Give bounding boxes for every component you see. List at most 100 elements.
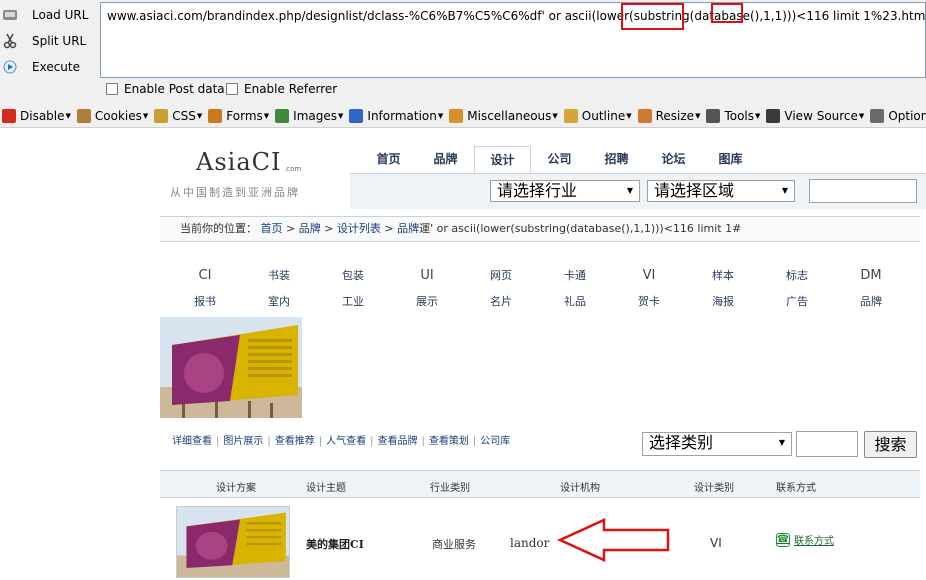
- category-link[interactable]: 贺卡: [612, 293, 686, 309]
- header-agency: 设计机构: [560, 483, 600, 494]
- category-link[interactable]: 样本: [686, 267, 760, 283]
- category-link[interactable]: 报书: [168, 293, 242, 309]
- checkbox-box[interactable]: [106, 83, 118, 95]
- category-select[interactable]: 选择类别 ▼: [642, 432, 792, 456]
- design-links-bar: 详细查看 | 图片展示 | 查看推荐 | 人气查看 | 查看品牌 | 查看策划 | 公司库: [172, 432, 510, 447]
- toolbar-view-source-menu[interactable]: View Source ▼: [766, 108, 865, 123]
- url-text: www.asiaci.com/brandindex.php/designlist…: [107, 9, 926, 23]
- toolbar-images-menu[interactable]: Images ▼: [275, 108, 343, 123]
- keyword-search-input[interactable]: [796, 431, 858, 457]
- nav-forum[interactable]: 论坛: [645, 146, 702, 174]
- outline-pencil-icon: [563, 108, 578, 123]
- design-link[interactable]: 查看推荐: [275, 436, 315, 447]
- breadcrumb-home[interactable]: 首页: [261, 222, 283, 235]
- highlight-database-box: [621, 3, 684, 30]
- row-contact-link[interactable]: ☎ 联系方式: [776, 532, 834, 547]
- link-separator: |: [267, 436, 271, 447]
- design-link[interactable]: 查看策划: [429, 436, 469, 447]
- design-link[interactable]: 人气查看: [326, 436, 366, 447]
- category-link[interactable]: 包装: [316, 267, 390, 283]
- scissors-icon: [2, 33, 18, 49]
- header-design-category: 设计类别: [694, 483, 734, 494]
- header-industry: 行业类别: [430, 483, 470, 494]
- industry-select[interactable]: 请选择行业 ▼: [490, 180, 640, 202]
- toolbar-information-menu[interactable]: Information ▼: [349, 108, 443, 123]
- toolbar-cookies-menu[interactable]: Cookies ▼: [76, 108, 149, 123]
- category-link[interactable]: 书装: [242, 267, 316, 283]
- design-link[interactable]: 详细查看: [172, 436, 212, 447]
- main-nav: 首页 品牌 设计 公司 招聘 论坛 图库: [360, 146, 759, 174]
- nav-jobs[interactable]: 招聘: [588, 146, 645, 174]
- design-thumbnail[interactable]: [176, 506, 290, 578]
- load-url-button[interactable]: Load URL: [0, 2, 100, 28]
- breadcrumb-brand[interactable]: 品牌: [299, 222, 321, 235]
- checkbox-box[interactable]: [226, 83, 238, 95]
- category-link[interactable]: 工业: [316, 293, 390, 309]
- chevron-down-icon: ▼: [778, 438, 785, 447]
- chevron-down-icon: ▼: [781, 186, 788, 195]
- nav-gallery[interactable]: 图库: [702, 146, 759, 174]
- toolbar-options-menu[interactable]: Options▼: [870, 108, 926, 123]
- toolbar-tools-menu[interactable]: Tools ▼: [706, 108, 760, 123]
- breadcrumb-brand-current[interactable]: 品牌: [397, 222, 419, 235]
- category-link[interactable]: VI: [612, 268, 686, 283]
- caret-down-icon: ▼: [858, 111, 865, 120]
- site-logo[interactable]: AsiaCI: [196, 148, 281, 176]
- design-link[interactable]: 公司库: [480, 436, 510, 447]
- category-link[interactable]: 品牌: [834, 293, 908, 309]
- site-logo-suffix: .com: [284, 165, 302, 173]
- breadcrumb-design-list[interactable]: 设计列表: [337, 222, 381, 235]
- category-link[interactable]: 海报: [686, 293, 760, 309]
- enable-referrer-checkbox[interactable]: Enable Referrer: [226, 82, 337, 96]
- toolbar-css-menu[interactable]: CSS ▼: [154, 108, 202, 123]
- split-url-button[interactable]: Split URL: [0, 28, 100, 54]
- category-link[interactable]: 广告: [760, 293, 834, 309]
- hackbar-actions: Load URL Split URL Execute: [0, 0, 100, 80]
- caret-down-icon: ▼: [695, 111, 701, 120]
- row-design-category: VI: [710, 536, 722, 550]
- category-link[interactable]: DM: [834, 268, 908, 283]
- toolbar-forms-menu[interactable]: Forms ▼: [208, 108, 269, 123]
- category-link[interactable]: 室内: [242, 293, 316, 309]
- row-design-theme[interactable]: 美的集团CI: [306, 536, 364, 552]
- category-link[interactable]: 标志: [760, 267, 834, 283]
- category-link[interactable]: 卡通: [538, 267, 612, 283]
- design-link[interactable]: 查看品牌: [378, 436, 418, 447]
- header-design-plan: 设计方案: [216, 483, 256, 494]
- toolbar-disable-menu[interactable]: Disable ▼: [2, 108, 71, 123]
- enable-post-checkbox[interactable]: Enable Post data: [106, 82, 225, 96]
- row-industry: 商业服务: [432, 538, 476, 551]
- search-button[interactable]: 搜索: [864, 431, 917, 458]
- play-icon: [2, 59, 18, 75]
- forms-icon: [208, 108, 223, 123]
- category-link[interactable]: UI: [390, 268, 464, 283]
- caret-down-icon: ▼: [626, 111, 632, 120]
- toolbar-outline-menu[interactable]: Outline ▼: [563, 108, 632, 123]
- info-icon: [349, 108, 364, 123]
- category-link[interactable]: 展示: [390, 293, 464, 309]
- category-link[interactable]: 礼品: [538, 293, 612, 309]
- featured-design-image[interactable]: [160, 317, 302, 418]
- nav-company[interactable]: 公司: [531, 146, 588, 174]
- site-slogan: 从中国制造到亚洲品牌: [170, 186, 300, 199]
- category-link[interactable]: 网页: [464, 267, 538, 283]
- link-separator: |: [421, 436, 425, 447]
- category-link[interactable]: 名片: [464, 293, 538, 309]
- execute-button[interactable]: Execute: [0, 54, 100, 80]
- header-design-theme: 设计主题: [306, 483, 346, 494]
- category-row: CI 书装 包装 UI 网页 卡通 VI 样本 标志 DM: [168, 262, 908, 288]
- design-link[interactable]: 图片展示: [223, 436, 263, 447]
- category-link[interactable]: CI: [168, 268, 242, 283]
- toolbar-resize-menu[interactable]: Resize ▼: [637, 108, 701, 123]
- caret-down-icon: ▼: [142, 111, 149, 120]
- disable-icon: [2, 108, 16, 123]
- nav-design[interactable]: 设计: [474, 146, 531, 174]
- nav-brand[interactable]: 品牌: [417, 146, 474, 174]
- category-row: 报书 室内 工业 展示 名片 礼品 贺卡 海报 广告 品牌: [168, 288, 908, 314]
- url-textarea[interactable]: www.asiaci.com/brandindex.php/designlist…: [100, 2, 926, 78]
- nav-home[interactable]: 首页: [360, 146, 417, 174]
- header-search-input[interactable]: [809, 179, 917, 203]
- image-icon: [275, 108, 290, 123]
- region-select[interactable]: 请选择区域 ▼: [647, 180, 795, 202]
- toolbar-miscellaneous-menu[interactable]: Miscellaneous ▼: [449, 108, 558, 123]
